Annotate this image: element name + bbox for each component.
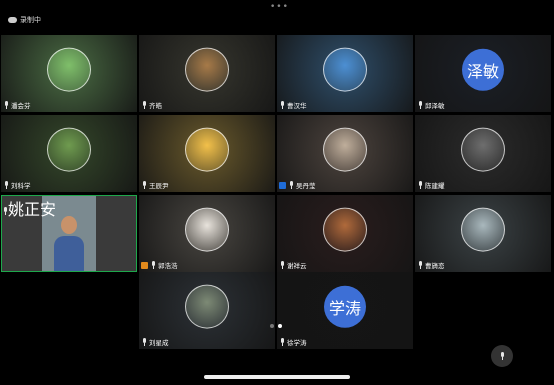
participant-name-tag: 郭浩浩 (141, 260, 178, 270)
host-badge-icon (141, 261, 148, 269)
participant-name-tag: 曹旖恋 (417, 260, 445, 270)
mountain-avatar (185, 284, 229, 329)
participant-tile[interactable]: 齐皓 (139, 35, 275, 112)
microphone-icon (288, 181, 294, 189)
microphone-icon (141, 181, 147, 189)
participant-tile[interactable]: 潘会芬 (1, 35, 137, 112)
nebula-avatar (323, 207, 367, 252)
page-dot-active[interactable] (278, 324, 282, 328)
participant-tile[interactable]: 曹旖恋 (415, 195, 551, 272)
participant-name: 徐学涛 (287, 339, 307, 347)
rock-avatar (461, 127, 505, 172)
text-avatar: 泽敏 (462, 48, 504, 91)
participant-name: 陈建耀 (425, 182, 445, 190)
microphone-icon (2, 207, 8, 215)
hands-avatar (323, 127, 367, 172)
participant-tile[interactable]: 泽敏邱泽敏 (415, 35, 551, 112)
participant-name: 齐皓 (149, 102, 162, 110)
participant-tile[interactable]: 刘科学 (1, 115, 137, 192)
owl-avatar (47, 47, 91, 92)
photo-avatar (461, 207, 505, 252)
microphone-icon (417, 101, 423, 109)
participant-name-tag: 吴丹莹 (279, 180, 316, 190)
participant-name: 曹旖恋 (425, 262, 445, 270)
participant-tile[interactable]: 曹汉华 (277, 35, 413, 112)
microphone-icon (417, 261, 423, 269)
microphone-icon (279, 261, 285, 269)
participant-name: 潘会芬 (11, 102, 31, 110)
text-avatar: 学涛 (324, 285, 366, 328)
participant-name: 谢祥云 (287, 262, 307, 270)
participant-tile[interactable]: 吴丹莹 (277, 115, 413, 192)
participant-name: 吴丹莹 (296, 182, 316, 190)
participant-name-tag: 陈建耀 (417, 180, 445, 190)
participant-name: 曹汉华 (287, 102, 307, 110)
cloud-icon (8, 17, 17, 23)
home-indicator[interactable] (204, 375, 350, 379)
participant-name-tag: 王辰尹 (141, 180, 169, 190)
more-dots-icon[interactable]: ••• (270, 2, 289, 12)
signpost-avatar (323, 47, 367, 92)
participant-tile[interactable]: 陈建耀 (415, 115, 551, 192)
microphone-icon (3, 181, 9, 189)
recording-label: 录制中 (20, 16, 41, 24)
participant-tile[interactable]: 谢祥云 (277, 195, 413, 272)
participant-name: 刘星成 (149, 339, 169, 347)
participant-name: 姚正安 (8, 200, 57, 219)
mute-button[interactable] (491, 345, 513, 367)
participant-name: 邱泽敏 (425, 102, 445, 110)
page-indicator[interactable] (270, 324, 282, 328)
page-dot[interactable] (270, 324, 274, 328)
participant-name: 郭浩浩 (158, 262, 178, 270)
participant-name-tag: 潘会芬 (3, 100, 31, 110)
sunset-avatar (185, 47, 229, 92)
bear-avatar (185, 127, 229, 172)
participant-name: 刘科学 (11, 182, 31, 190)
participant-tile[interactable]: 学涛徐学涛 (277, 272, 413, 349)
cartoon-avatar (185, 207, 229, 252)
microphone-icon (417, 181, 423, 189)
microphone-icon (279, 101, 285, 109)
microphone-icon (279, 338, 285, 346)
participant-name-tag: 刘科学 (3, 180, 31, 190)
microphone-icon (141, 101, 147, 109)
participant-tile[interactable]: 王辰尹 (139, 115, 275, 192)
participant-name: 王辰尹 (149, 182, 169, 190)
recording-indicator: 录制中 (8, 15, 41, 25)
microphone-icon (141, 338, 147, 346)
participant-name-tag: 曹汉华 (279, 100, 307, 110)
host-badge-icon (279, 181, 286, 189)
participant-name-tag: 齐皓 (141, 100, 162, 110)
participant-name-tag: 邱泽敏 (417, 100, 445, 110)
participant-name-tag: 刘星成 (141, 337, 169, 347)
landscape-avatar (47, 127, 91, 172)
participant-tile[interactable]: 郭浩浩 (139, 195, 275, 272)
microphone-icon (150, 261, 156, 269)
participant-name-tag: 徐学涛 (279, 337, 307, 347)
participant-tile[interactable]: 姚正安 (1, 195, 137, 272)
participant-name-tag: 谢祥云 (279, 260, 307, 270)
microphone-icon (3, 101, 9, 109)
participant-video (54, 214, 84, 271)
participant-tile[interactable]: 刘星成 (139, 272, 275, 349)
microphone-icon (499, 352, 505, 360)
